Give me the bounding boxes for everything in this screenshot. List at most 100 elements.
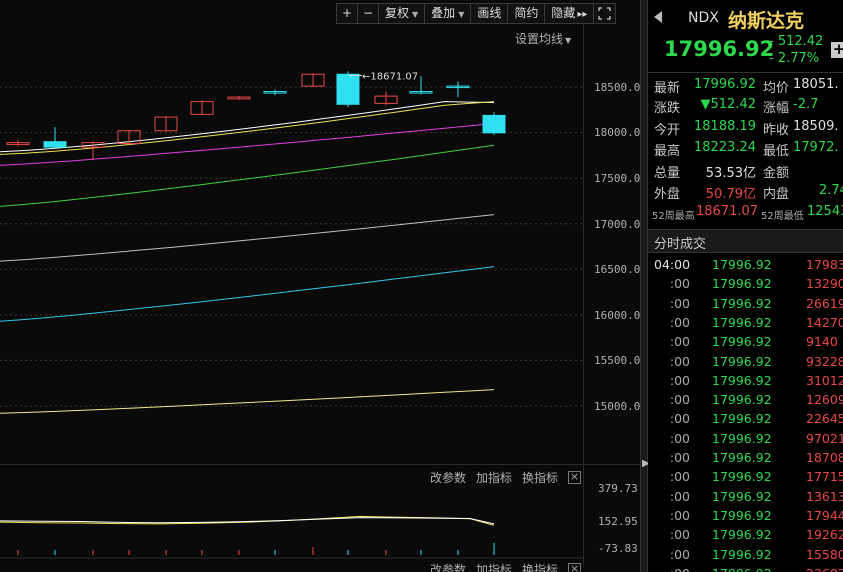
overlay-dropdown[interactable]: 叠加 ▼: [425, 4, 472, 23]
quote-value: -2.7: [793, 97, 819, 112]
quote-label: 52周最高: [652, 211, 695, 222]
trade-time: :00: [669, 314, 690, 330]
chart-area[interactable]: ←18671.07 + − 复权 ▼ 叠加 ▼ 画线 简约 隐藏 ▸▸ 设置均线 ▼ 1…: [0, 0, 640, 572]
quote-value: 17972.: [793, 140, 839, 155]
close-icon[interactable]: ×: [568, 471, 582, 484]
edit-params-link[interactable]: 改参数: [430, 561, 466, 572]
ma-line-ma250: [0, 389, 495, 414]
trade-price: 17996.92: [712, 257, 772, 272]
trade-row: :00 17996.92 17944: [648, 508, 843, 527]
quote-value: 18051.: [793, 77, 839, 92]
trade-volume: 19262: [806, 527, 843, 543]
trade-volume: 9140: [806, 334, 838, 350]
indicator-divider: [0, 464, 640, 465]
quote-row: 52周最高 18671.07 52周最低 12543.: [648, 204, 843, 224]
trade-volume: 22645: [806, 411, 843, 427]
trade-price: 17996.92: [712, 546, 772, 562]
quote-value: 18671.07: [696, 204, 759, 219]
quote-label: 涨跌: [654, 101, 681, 116]
trade-row: :00 17996.92 13613: [648, 489, 843, 508]
indicator-axis: 379.73 152.95 -73.83: [583, 465, 640, 565]
panel-splitter[interactable]: ▶: [640, 0, 650, 572]
price-change: - 512.42: [769, 34, 824, 49]
quote-divider: [648, 72, 843, 73]
draw-line-button[interactable]: 画线: [471, 4, 509, 23]
trade-volume: 13613: [806, 488, 843, 504]
ma-line-ma30: [0, 144, 495, 207]
trade-time: :00: [669, 469, 690, 485]
trade-time: :00: [669, 546, 690, 562]
quote-row: 涨跌 ▼512.42 涨幅 -2.7: [648, 97, 843, 117]
switch-indicator-link[interactable]: 换指标: [522, 561, 558, 572]
adjust-dropdown[interactable]: 复权 ▼: [379, 4, 426, 23]
trade-time: :00: [669, 430, 690, 446]
indicator-tick: -73.83: [598, 542, 638, 555]
trade-price: 17996.92: [712, 353, 772, 369]
price-change-percent: - 2.77%: [769, 51, 820, 66]
ma-setting-dropdown[interactable]: 设置均线 ▼: [515, 30, 571, 47]
caret-down-icon: ▼: [412, 10, 419, 19]
quote-value: 12543.: [807, 204, 843, 219]
trade-time: :00: [654, 566, 690, 572]
quote-label: 昨收: [763, 123, 790, 138]
edit-params-link[interactable]: 改参数: [430, 469, 466, 486]
trade-row: :00 17996.92 17715: [648, 469, 843, 488]
simple-mode-button[interactable]: 简约: [508, 4, 546, 23]
ma-line-ma120: [0, 266, 495, 322]
candle-body: [482, 114, 506, 134]
price-tick: 16500.0: [594, 263, 641, 276]
indicator-controls: 改参数 加指标 换指标 ×: [430, 469, 582, 486]
trade-row: :00 17996.92 93228: [648, 354, 843, 373]
trade-row: :00 17996.92 26619: [648, 296, 843, 315]
trade-volume: 15580: [806, 546, 843, 562]
trade-time: :00: [669, 353, 690, 369]
ma-line-ma60: [0, 214, 495, 262]
switch-indicator-link[interactable]: 换指标: [522, 469, 558, 486]
trade-price: 17996.92: [712, 314, 772, 330]
close-icon[interactable]: ×: [568, 563, 582, 572]
overlay-label: 叠加: [431, 6, 456, 20]
quote-panel: NDX 纳斯达克 17996.92 - 512.42 - 2.77% + 最新 …: [648, 0, 843, 572]
indicator-tick: 379.73: [598, 482, 638, 495]
quote-label: 涨幅: [763, 101, 790, 116]
trade-price: 17996.92: [712, 295, 772, 311]
trade-price: 17996.92: [712, 334, 772, 350]
candlestick-chart[interactable]: ←18671.07: [0, 0, 583, 572]
trade-time: :00: [669, 334, 690, 350]
trade-time: :00: [669, 372, 690, 388]
add-indicator-link[interactable]: 加指标: [476, 561, 512, 572]
trade-volume: 18708: [806, 450, 843, 465]
trade-time: :00: [669, 450, 690, 465]
zoom-in-button[interactable]: +: [337, 4, 358, 23]
quote-label: 外盘: [654, 187, 681, 202]
price-tick: 15000.0: [594, 400, 641, 413]
trade-row: :00 17996.92 14270: [648, 315, 843, 334]
quote-label: 金额: [763, 166, 790, 181]
trade-time: :00: [669, 411, 690, 427]
quote-value: 17996.92: [694, 77, 757, 92]
add-watchlist-button[interactable]: +: [831, 42, 843, 58]
trade-row: :00 17996.92 9140: [648, 334, 843, 353]
trade-price: 17996.92: [712, 450, 772, 465]
add-indicator-link[interactable]: 加指标: [476, 469, 512, 486]
trade-price: 17996.92: [712, 411, 772, 427]
trade-price: 17996.92: [712, 488, 772, 504]
zoom-out-button[interactable]: −: [358, 4, 379, 23]
caret-down-icon: ▼: [458, 10, 465, 19]
quote-label: 内盘: [763, 187, 790, 202]
trade-time: :00: [669, 276, 690, 292]
trade-volume: 17715: [806, 469, 843, 485]
trade-time: :00: [669, 507, 690, 523]
hide-button[interactable]: 隐藏 ▸▸: [545, 4, 595, 23]
quote-value: 18188.19: [694, 119, 757, 134]
quote-label: 总量: [654, 166, 681, 181]
back-arrow-icon[interactable]: [654, 11, 662, 23]
ma-setting-label: 设置均线: [515, 32, 564, 46]
trade-price: 17996.92: [712, 392, 772, 408]
quote-row: 外盘 50.79亿 内盘 2.74: [648, 183, 843, 203]
fullscreen-button[interactable]: [594, 4, 615, 23]
indicator-tick: 152.95: [598, 515, 638, 528]
symbol-header: NDX 纳斯达克: [648, 6, 843, 32]
trade-price: 17996.92: [712, 372, 772, 388]
trade-row: :00 17996.92 12609: [648, 392, 843, 411]
